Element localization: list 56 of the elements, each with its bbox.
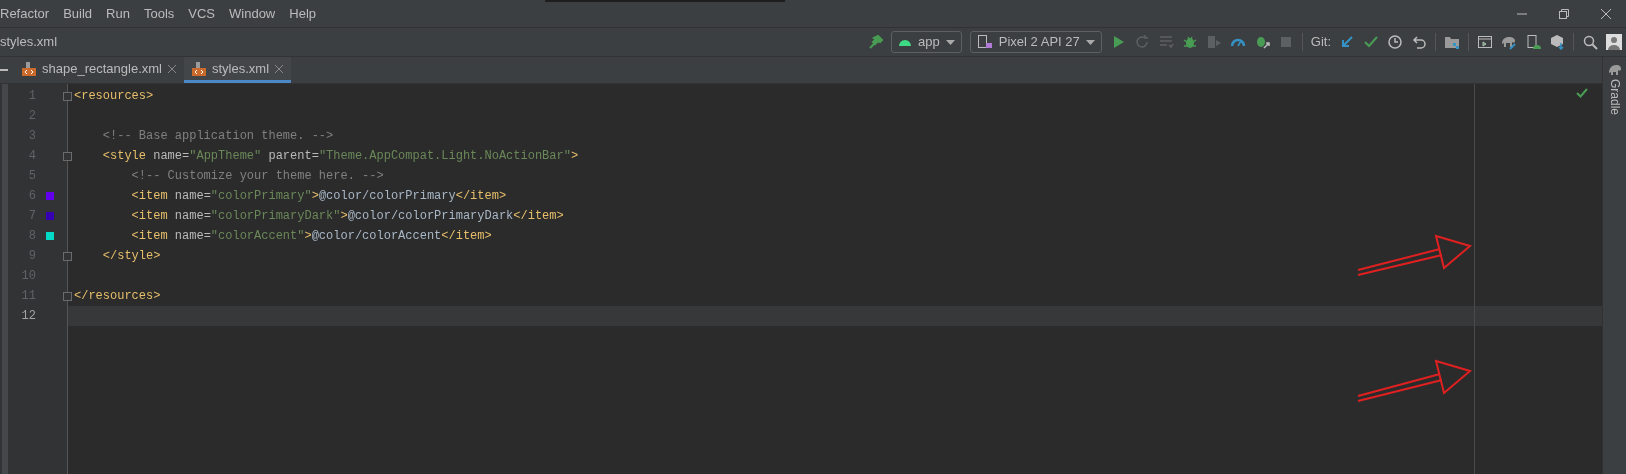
- color-swatch[interactable]: [46, 212, 54, 220]
- code-line: <style name="AppTheme" parent="Theme.AppCompat.Light.NoActionBar">: [101, 148, 579, 165]
- color-swatch[interactable]: [46, 192, 54, 200]
- menu-item[interactable]: Run: [106, 3, 130, 24]
- close-icon[interactable]: [1600, 7, 1612, 20]
- device-dropdown[interactable]: Pixel 2 API 27: [969, 31, 1102, 53]
- fold-marker[interactable]: [63, 151, 72, 161]
- gradle-tab[interactable]: Gradle: [1605, 79, 1624, 116]
- clock-icon[interactable]: [1387, 34, 1403, 50]
- android-icon: [898, 37, 913, 47]
- code-line: <item name="colorPrimary">@color/colorPrimary</item>: [130, 188, 507, 205]
- hammer-icon[interactable]: [867, 34, 884, 50]
- menu-item[interactable]: VCS: [188, 3, 215, 24]
- line-number: 12: [20, 308, 36, 325]
- menu-item[interactable]: Refactor: [0, 3, 50, 24]
- code-line: <resources>: [74, 88, 154, 105]
- folder-icon[interactable]: [1444, 34, 1460, 50]
- phone-icon[interactable]: [1525, 34, 1541, 50]
- code-line: <!-- Base application theme. -->: [101, 128, 334, 145]
- package-icon[interactable]: [1549, 34, 1565, 50]
- code-line: </resources>: [74, 288, 161, 305]
- elephant-icon[interactable]: [1501, 34, 1517, 50]
- phone-icon: [976, 35, 993, 49]
- check-icon[interactable]: [1363, 34, 1379, 50]
- fold-marker[interactable]: [63, 251, 72, 261]
- caret-icon: [1085, 39, 1095, 45]
- code-line: <!-- Customize your theme here. -->: [130, 168, 384, 185]
- menu-item[interactable]: Help: [289, 3, 316, 24]
- restore-icon[interactable]: [1558, 7, 1570, 20]
- check-icon: [1576, 88, 1588, 98]
- code-line: <item name="colorAccent">@color/colorAccent</item>: [130, 228, 492, 245]
- code-line: </style>: [101, 248, 161, 265]
- file-tab[interactable]: styles.xml: [183, 57, 292, 83]
- xml-file-icon: [191, 61, 206, 76]
- window-icon[interactable]: [1477, 34, 1493, 50]
- undo-icon[interactable]: [1411, 34, 1427, 50]
- bug-icon[interactable]: [1181, 34, 1198, 50]
- menu-item[interactable]: Build: [63, 3, 93, 24]
- code-line: <item name="colorPrimaryDark">@color/colorPrimaryDark</item>: [130, 208, 564, 225]
- menu-item[interactable]: Tools: [143, 3, 175, 24]
- git-label: Git:: [1310, 33, 1331, 52]
- config-dropdown[interactable]: app: [891, 31, 962, 53]
- file-tab[interactable]: shape_rectangle.xml: [14, 57, 184, 83]
- arrow-icon[interactable]: [1339, 34, 1355, 50]
- elephant-icon[interactable]: [1607, 63, 1622, 75]
- fold-marker[interactable]: [63, 91, 72, 101]
- xml-file-icon: [22, 61, 36, 76]
- close-icon[interactable]: [275, 64, 284, 73]
- color-swatch[interactable]: [46, 232, 54, 240]
- user-icon[interactable]: [1606, 34, 1622, 50]
- caret-icon: [945, 39, 955, 45]
- close-icon[interactable]: [167, 64, 176, 73]
- fold-marker[interactable]: [63, 291, 72, 301]
- breadcrumb[interactable]: styles.xml: [0, 32, 58, 52]
- search-icon[interactable]: [1582, 34, 1598, 50]
- menu-item[interactable]: Window: [229, 3, 276, 24]
